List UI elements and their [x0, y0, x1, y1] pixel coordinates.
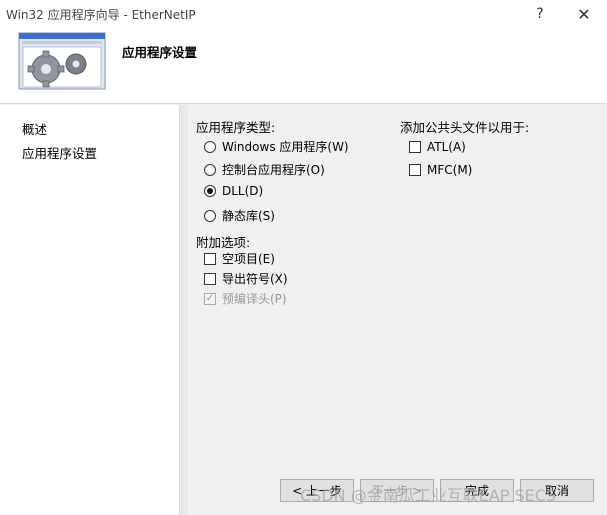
- wizard-header: 应用程序设置: [0, 28, 607, 104]
- extra-options-heading: 附加选项:: [196, 235, 251, 250]
- help-button[interactable]: ?: [520, 0, 560, 28]
- settings-panel: 应用程序类型: Windows 应用程序(W) 控制台应用程序(O) DLL(D…: [188, 105, 607, 515]
- cancel-button[interactable]: 取消: [520, 479, 594, 502]
- app-type-heading: 应用程序类型:: [196, 120, 276, 135]
- checkbox-indicator[interactable]: [204, 252, 216, 265]
- checkbox-empty-project[interactable]: 空项目(E): [204, 250, 275, 267]
- finish-button[interactable]: 完成: [440, 479, 514, 502]
- radio-console-app[interactable]: 控制台应用程序(O): [204, 161, 325, 178]
- checkbox-indicator[interactable]: [409, 164, 421, 176]
- checkbox-export-symbols[interactable]: 导出符号(X): [204, 270, 288, 287]
- title-bar: Win32 应用程序向导 - EtherNetIP ? ✕: [0, 0, 607, 28]
- wizard-nav: 概述 应用程序设置: [0, 105, 180, 515]
- common-headers-heading: 添加公共头文件以用于:: [400, 120, 530, 135]
- radio-windows-app[interactable]: Windows 应用程序(W): [204, 138, 349, 155]
- checkbox-atl[interactable]: ATL(A): [409, 140, 466, 154]
- checkmark-icon: ✓: [204, 292, 216, 305]
- radio-dll[interactable]: DLL(D): [204, 184, 263, 198]
- back-button[interactable]: < 上一步: [280, 479, 354, 502]
- radio-indicator[interactable]: [204, 209, 216, 222]
- radio-static-lib[interactable]: 静态库(S): [204, 207, 275, 224]
- checkbox-mfc[interactable]: MFC(M): [409, 163, 472, 177]
- checkbox-precompiled-header: ✓ 预编译头(P): [204, 292, 287, 306]
- gears-icon: [18, 32, 106, 90]
- next-button: 下一步 >: [360, 479, 434, 502]
- checkbox-indicator[interactable]: [409, 141, 421, 153]
- page-title: 应用程序设置: [122, 45, 198, 60]
- nav-item-overview[interactable]: 概述: [22, 119, 47, 138]
- radio-indicator[interactable]: [204, 163, 216, 176]
- close-button[interactable]: ✕: [564, 0, 604, 28]
- window-title: Win32 应用程序向导 - EtherNetIP: [6, 8, 196, 22]
- nav-item-app-settings[interactable]: 应用程序设置: [22, 143, 97, 162]
- panel-divider: [180, 105, 188, 515]
- checkbox-indicator[interactable]: [204, 272, 216, 285]
- radio-indicator-selected[interactable]: [204, 185, 216, 197]
- radio-indicator[interactable]: [204, 140, 216, 153]
